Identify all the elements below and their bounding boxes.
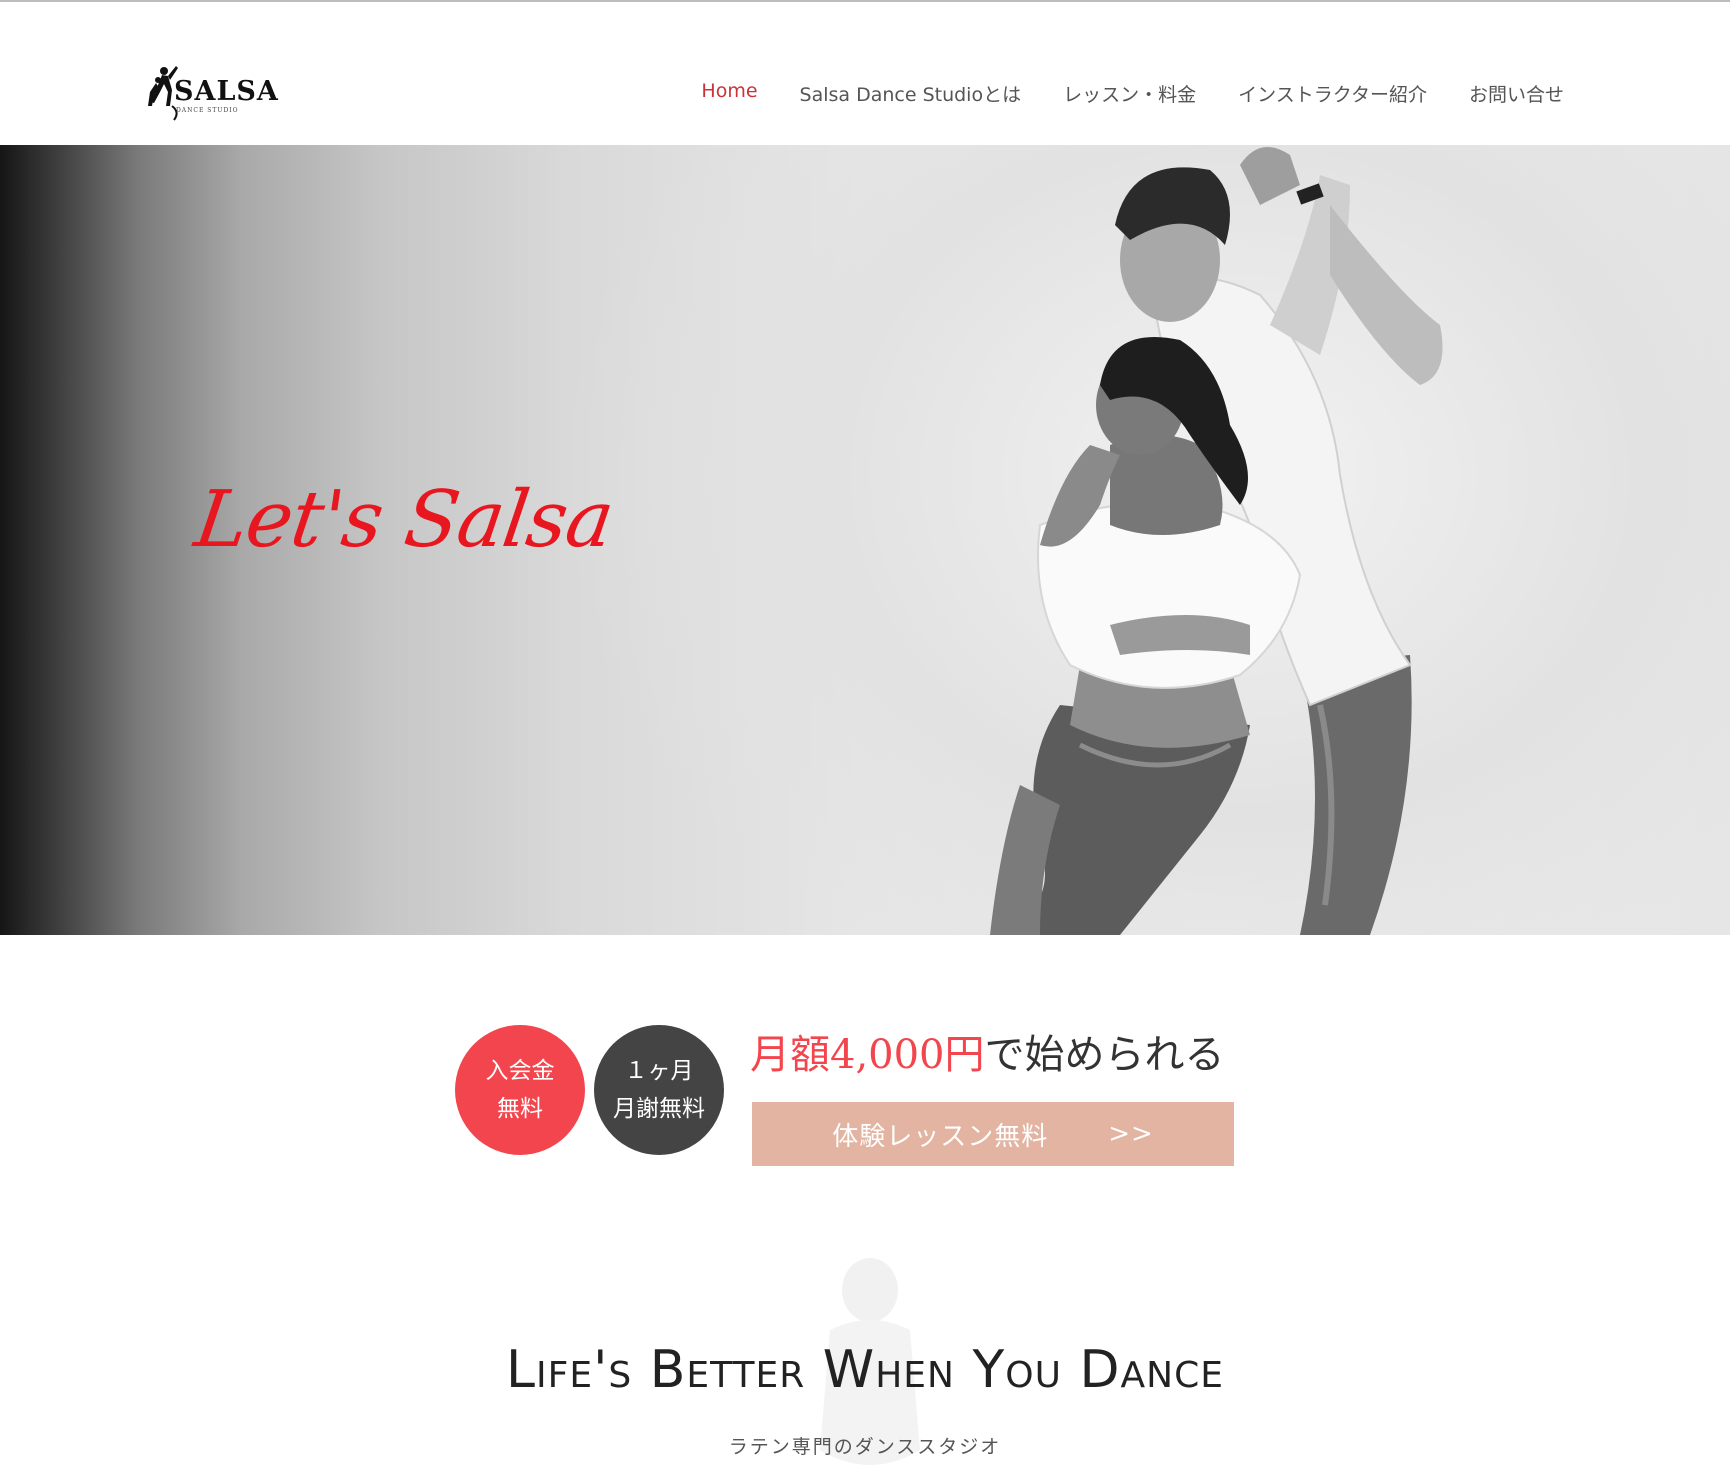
promo-heading-rest: で始められる — [984, 1032, 1225, 1078]
nav-item-lessons-pricing[interactable]: レッスン・料金 — [1063, 80, 1196, 107]
logo-subtitle: DANCE STUDIO — [176, 107, 239, 114]
badge-line: 入会金 — [485, 1058, 555, 1084]
free-trial-button[interactable]: 体験レッスン無料 >> — [752, 1102, 1234, 1166]
badge-line: １ヶ月 — [624, 1058, 694, 1084]
nav-item-about[interactable]: Salsa Dance Studioとは — [800, 80, 1022, 107]
badge-first-month-free: １ヶ月 月謝無料 — [594, 1025, 724, 1155]
cta-arrow: >> — [1108, 1119, 1154, 1149]
cta-label: 体験レッスン無料 — [832, 1121, 1049, 1152]
main-nav: Home Salsa Dance Studioとは レッスン・料金 インストラク… — [701, 80, 1564, 107]
nav-item-instructors[interactable]: インストラクター紹介 — [1238, 80, 1427, 107]
badge-line: 無料 — [497, 1096, 543, 1122]
tagline-heading: Life's Better When You Dance — [506, 1340, 1224, 1400]
promo-price: 月額4,000円 — [750, 1032, 985, 1078]
site-logo[interactable]: SALSA DANCE STUDIO — [146, 62, 278, 124]
hero-title: Let's Salsa — [189, 475, 619, 565]
badge-free-enrollment: 入会金 無料 — [455, 1025, 585, 1155]
badge-line: 月謝無料 — [613, 1096, 705, 1122]
tagline-subtitle: ラテン専門のダンススタジオ — [728, 1436, 1002, 1458]
nav-item-contact[interactable]: お問い合せ — [1469, 80, 1564, 107]
nav-item-home[interactable]: Home — [701, 80, 757, 107]
hero-banner: Let's Salsa — [0, 145, 1730, 935]
logo-wordmark: SALSA — [174, 76, 279, 107]
site-header: SALSA DANCE STUDIO Home Salsa Dance Stud… — [0, 2, 1730, 145]
promo-heading: 月額4,000円で始められる — [750, 1022, 1225, 1080]
